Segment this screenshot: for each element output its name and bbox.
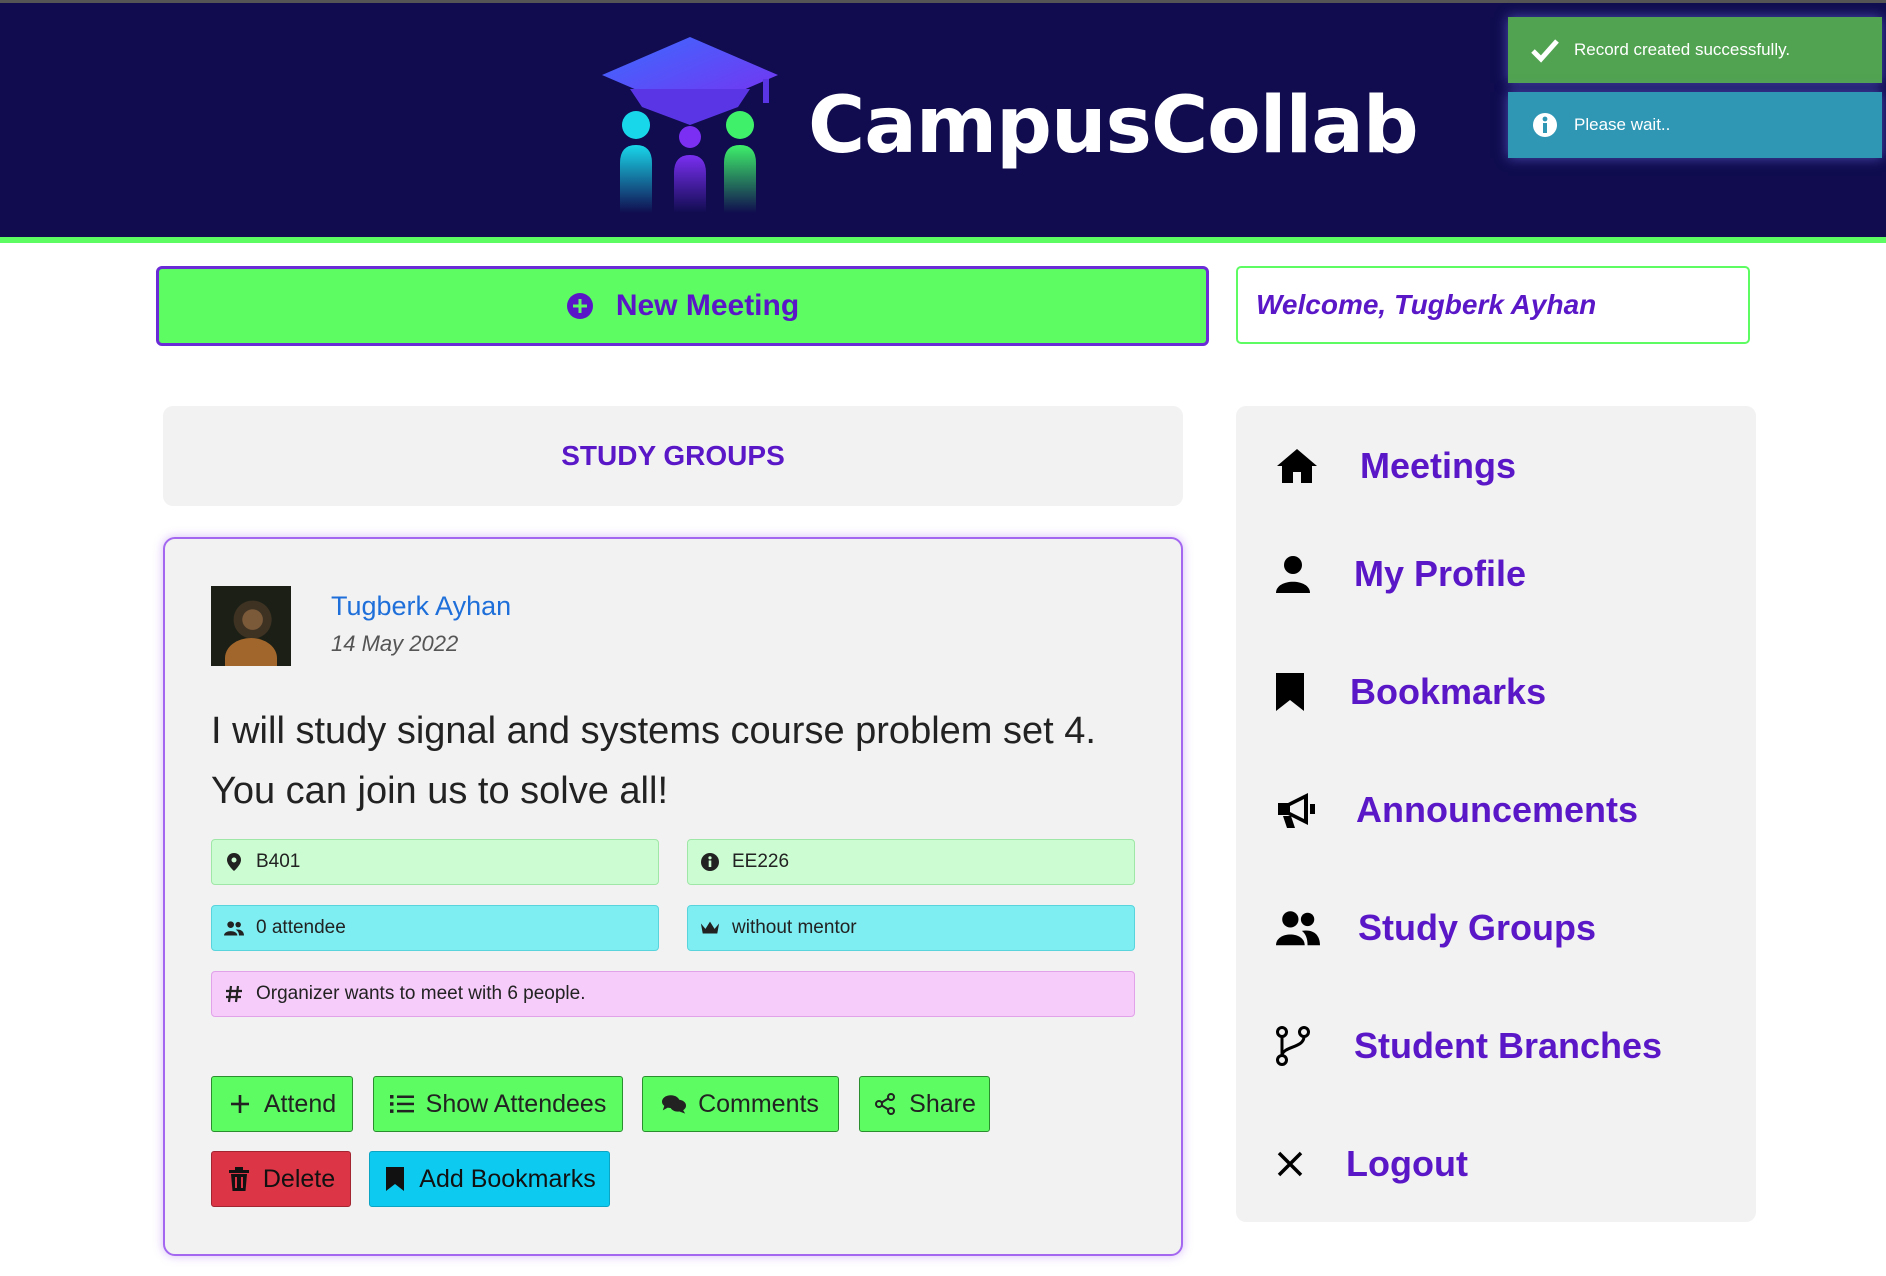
post-text-line2: You can join us to solve all! xyxy=(211,770,669,812)
course-text: EE226 xyxy=(732,851,790,872)
list-icon xyxy=(389,1092,414,1116)
sidebar-item-label: Announcements xyxy=(1356,789,1639,830)
comments-button[interactable]: Comments xyxy=(642,1076,839,1132)
show-attendees-button[interactable]: Show Attendees xyxy=(373,1076,623,1132)
attend-label: Attend xyxy=(263,1089,337,1118)
map-pin-icon xyxy=(224,852,244,872)
share-label: Share xyxy=(909,1089,976,1118)
sidebar-item-meetings[interactable]: Meetings xyxy=(1276,436,1516,496)
sidebar-item-announcements[interactable]: Announcements xyxy=(1276,780,1638,840)
delete-button[interactable]: Delete xyxy=(211,1151,351,1207)
location-badge: B401 xyxy=(211,839,659,885)
post-text-line1: I will study signal and systems course p… xyxy=(211,710,1096,752)
info-icon xyxy=(700,852,720,872)
sidebar-item-label: Logout xyxy=(1346,1143,1468,1184)
users-icon xyxy=(1276,906,1320,950)
sidebar-item-study-groups[interactable]: Study Groups xyxy=(1276,898,1596,958)
sidebar-item-label: Study Groups xyxy=(1358,907,1597,948)
hashtag-icon xyxy=(224,984,244,1004)
show-attendees-label: Show Attendees xyxy=(425,1089,607,1118)
branch-icon xyxy=(1276,1024,1320,1068)
toast-info[interactable]: Please wait.. xyxy=(1508,92,1882,158)
attendees-badge: 0 attendee xyxy=(211,905,659,951)
delete-label: Delete xyxy=(262,1164,336,1193)
megaphone-icon xyxy=(1276,788,1320,832)
mentor-text: without mentor xyxy=(732,917,857,938)
page-title: STUDY GROUPS xyxy=(163,406,1183,506)
welcome-message: Welcome, Tugberk Ayhan xyxy=(1236,266,1750,344)
sidebar-item-label: My Profile xyxy=(1354,553,1527,594)
crown-icon xyxy=(700,918,720,938)
home-icon xyxy=(1276,444,1320,488)
share-button[interactable]: Share xyxy=(859,1076,990,1132)
study-group-card: Tugberk Ayhan 14 May 2022 I will study s… xyxy=(163,537,1183,1256)
brand-name[interactable]: CampusCollab xyxy=(808,81,1419,171)
add-bookmarks-label: Add Bookmarks xyxy=(419,1164,596,1193)
toast-info-text: Please wait.. xyxy=(1574,115,1671,134)
bookmark-icon xyxy=(1276,670,1320,714)
plus-icon xyxy=(228,1092,252,1116)
graduation-cap-people-logo[interactable] xyxy=(590,33,790,217)
trash-icon xyxy=(227,1167,251,1191)
sidebar-item-label: Bookmarks xyxy=(1350,671,1547,712)
sidebar-item-bookmarks[interactable]: Bookmarks xyxy=(1276,662,1546,722)
check-icon xyxy=(1528,33,1562,67)
sidebar-item-label: Student Branches xyxy=(1354,1025,1663,1066)
author-link[interactable]: Tugberk Ayhan xyxy=(331,591,511,622)
sidebar-nav: Meetings My Profile Bookmarks Announceme… xyxy=(1236,406,1756,1222)
size-note-badge: Organizer wants to meet with 6 people. xyxy=(211,971,1135,1017)
info-icon xyxy=(1528,108,1562,142)
users-icon xyxy=(224,918,244,938)
sidebar-item-my-profile[interactable]: My Profile xyxy=(1276,544,1526,604)
avatar[interactable] xyxy=(211,586,291,666)
add-bookmarks-button[interactable]: Add Bookmarks xyxy=(369,1151,610,1207)
plus-circle-icon xyxy=(566,292,594,320)
comments-icon xyxy=(662,1092,687,1116)
toast-success[interactable]: Record created successfully. xyxy=(1508,17,1882,83)
mentor-badge: without mentor xyxy=(687,905,1135,951)
size-note-text: Organizer wants to meet with 6 people. xyxy=(256,983,586,1004)
attend-button[interactable]: Attend xyxy=(211,1076,353,1132)
sidebar-item-student-branches[interactable]: Student Branches xyxy=(1276,1016,1662,1076)
bookmark-icon xyxy=(383,1167,407,1191)
toast-success-text: Record created successfully. xyxy=(1574,40,1791,59)
new-meeting-label: New Meeting xyxy=(615,289,800,322)
location-text: B401 xyxy=(256,851,301,872)
sidebar-item-logout[interactable]: Logout xyxy=(1276,1134,1468,1194)
attendees-text: 0 attendee xyxy=(256,917,346,938)
share-icon xyxy=(873,1092,897,1116)
new-meeting-button[interactable]: New Meeting xyxy=(156,266,1209,346)
sidebar-item-label: Meetings xyxy=(1360,445,1517,486)
course-badge: EE226 xyxy=(687,839,1135,885)
post-date: 14 May 2022 xyxy=(331,631,459,656)
comments-label: Comments xyxy=(698,1089,819,1118)
user-icon xyxy=(1276,552,1320,596)
close-icon xyxy=(1276,1142,1320,1186)
post-text: I will study signal and systems course p… xyxy=(211,701,1151,821)
